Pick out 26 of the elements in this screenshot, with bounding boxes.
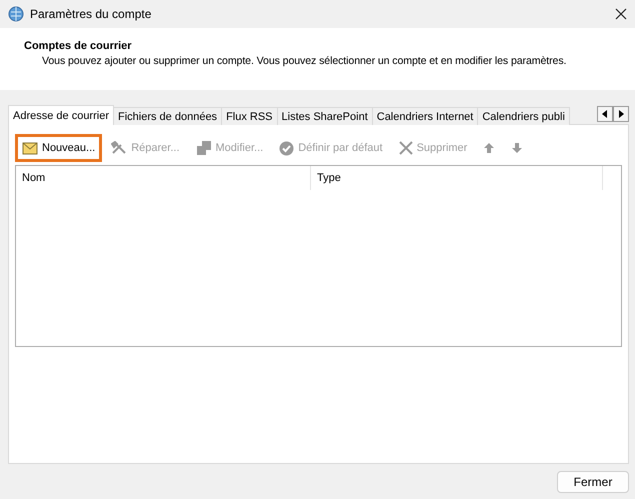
tab[interactable]: Adresse de courrier	[8, 105, 114, 125]
window-title: Paramètres du compte	[30, 7, 152, 21]
check-circle-icon	[279, 140, 294, 156]
left-triangle-icon	[602, 110, 608, 118]
up-arrow-icon	[483, 142, 496, 154]
close-icon	[398, 141, 413, 155]
tools-icon	[111, 141, 128, 155]
column-header[interactable]: Type	[311, 166, 603, 190]
tab[interactable]: Flux RSS	[221, 107, 278, 125]
section-title: Comptes de courrier	[24, 40, 133, 52]
scroll-right-button[interactable]	[613, 106, 629, 122]
right-triangle-icon	[618, 110, 624, 118]
globe-icon	[8, 6, 24, 22]
section-description: Vous pouvez ajouter ou supprimer un compte. Vous pouvez sélectionner un compte et en modifier les paramètres.	[41, 55, 568, 67]
tab[interactable]: Fichiers de données	[113, 107, 222, 125]
column-header[interactable]: Nom	[16, 166, 311, 190]
down-arrow-icon	[511, 142, 524, 154]
scroll-left-button[interactable]	[597, 106, 613, 122]
tab[interactable]: Calendriers publi	[477, 107, 570, 125]
toolbar-button[interactable]: Nouveau...	[15, 134, 102, 162]
tab[interactable]: Calendriers Internet	[372, 107, 478, 125]
squares-icon	[196, 141, 212, 155]
tab[interactable]: Listes SharePoint	[276, 107, 373, 125]
close-button[interactable]: Fermer	[557, 470, 629, 492]
close-icon[interactable]	[615, 8, 627, 20]
envelope-icon	[22, 141, 38, 155]
